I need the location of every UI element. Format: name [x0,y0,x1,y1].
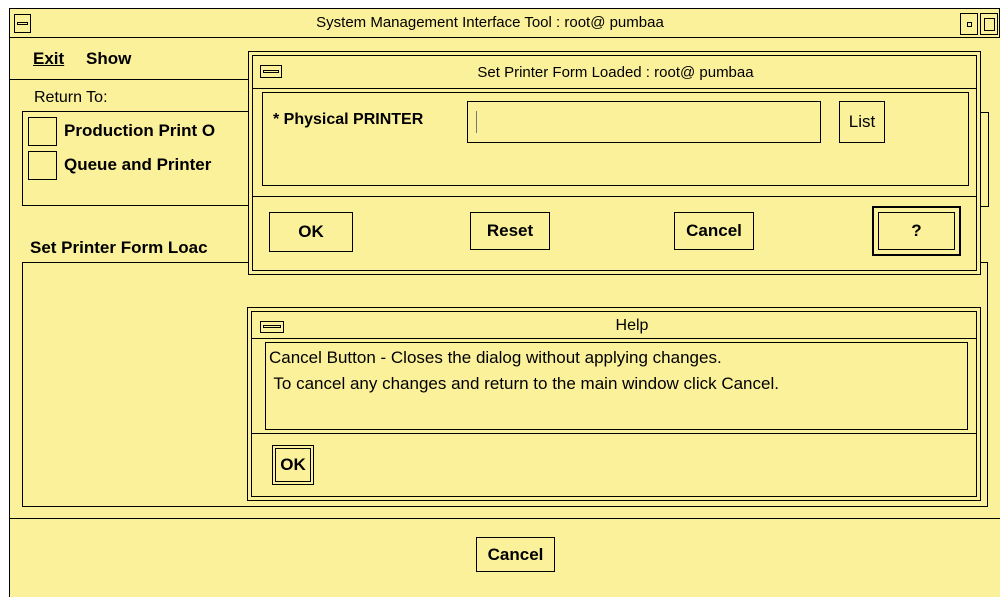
physical-printer-label: * Physical PRINTER [273,111,424,128]
help-ok-button[interactable]: OK [275,448,311,482]
form-dialog-title-separator [253,88,976,89]
bottom-separator [9,518,1000,519]
help-button-separator [252,433,976,434]
queue-printer-label[interactable]: Queue and Printer [64,155,211,175]
menu-show[interactable]: Show [86,49,131,69]
right-box-edge [980,112,989,207]
production-print-label[interactable]: Production Print O [64,121,215,141]
maximize-icon[interactable] [980,13,998,35]
form-dialog-inner: Set Printer Form Loaded : root@ pumbaa *… [252,55,977,271]
main-cancel-button[interactable]: Cancel [476,537,555,572]
menu-exit[interactable]: Exit [33,49,64,69]
queue-printer-checkbox[interactable] [28,151,57,180]
form-help-button-frame[interactable]: ? [872,206,961,256]
menu-separator [9,79,259,80]
list-button[interactable]: List [839,101,885,143]
help-dialog-title: Help [615,317,649,334]
physical-printer-input[interactable] [467,101,821,143]
help-dialog-inner: Help Cancel Button - Closes the dialog w… [251,311,977,497]
form-button-separator [253,196,976,197]
form-cancel-button[interactable]: Cancel [674,212,754,250]
help-text-line-2: To cancel any changes and return to the … [269,374,779,393]
main-title-bar: System Management Interface Tool : root@… [9,8,1000,38]
help-dialog: Help Cancel Button - Closes the dialog w… [247,307,981,501]
production-print-checkbox[interactable] [28,117,57,146]
minimize-icon[interactable] [960,13,978,35]
help-dialog-title-separator [252,338,976,339]
return-to-label: Return To: [34,89,108,106]
form-help-button[interactable]: ? [878,212,955,250]
form-reset-button[interactable]: Reset [470,212,550,250]
text-cursor-icon [476,111,477,133]
help-ok-button-frame[interactable]: OK [272,445,314,485]
section-title: Set Printer Form Loac [30,238,208,257]
help-text-line-1: Cancel Button - Closes the dialog withou… [269,348,722,367]
form-dialog-title: Set Printer Form Loaded : root@ pumbaa [477,64,754,81]
form-dialog: Set Printer Form Loaded : root@ pumbaa *… [248,51,981,275]
form-ok-button[interactable]: OK [269,212,353,252]
main-window-title: System Management Interface Tool : root@… [316,14,664,31]
